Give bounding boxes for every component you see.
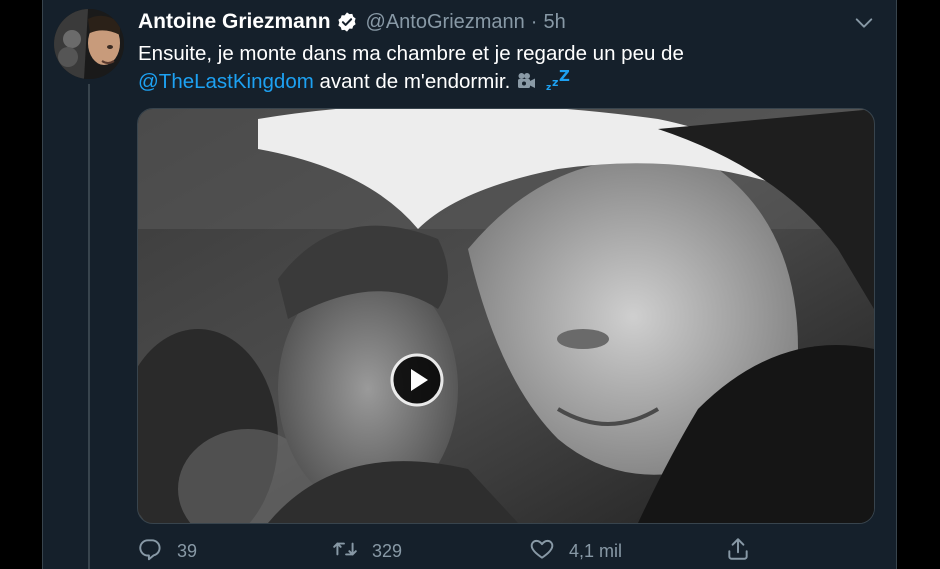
svg-text:z: z bbox=[552, 76, 558, 89]
tweet-timestamp[interactable]: 5h bbox=[543, 11, 565, 34]
video-thumbnail bbox=[138, 109, 874, 523]
avatar[interactable] bbox=[54, 9, 124, 79]
reply-button[interactable]: 39 bbox=[137, 536, 197, 567]
tweet-actions: 39 329 4,1 mil bbox=[137, 536, 757, 568]
svg-text:z: z bbox=[546, 83, 551, 92]
video-player[interactable] bbox=[137, 108, 875, 524]
verified-badge-icon bbox=[336, 11, 358, 33]
share-icon bbox=[725, 536, 751, 567]
like-count: 4,1 mil bbox=[569, 541, 623, 561]
tweet-text-part1: Ensuite, je monte dans ma chambre et je … bbox=[138, 42, 684, 65]
svg-text:Z: Z bbox=[559, 68, 570, 85]
retweet-icon bbox=[332, 536, 358, 567]
play-icon[interactable] bbox=[389, 352, 445, 408]
reply-icon bbox=[137, 536, 163, 567]
separator-dot: · bbox=[530, 10, 538, 33]
reply-count: 39 bbox=[177, 541, 198, 561]
zzz-icon: z z Z bbox=[544, 67, 572, 100]
movie-camera-icon bbox=[516, 70, 538, 100]
thread-connector-line bbox=[88, 84, 90, 569]
mention-link[interactable]: @TheLastKingdom bbox=[138, 70, 314, 93]
author-handle[interactable]: @AntoGriezmann bbox=[366, 11, 525, 34]
tweet-text: Ensuite, je monte dans ma chambre et je … bbox=[138, 40, 858, 100]
share-button[interactable] bbox=[725, 536, 751, 567]
chevron-down-icon[interactable] bbox=[853, 12, 875, 34]
heart-icon bbox=[529, 536, 555, 567]
retweet-count: 329 bbox=[372, 541, 403, 561]
retweet-button[interactable]: 329 bbox=[332, 536, 402, 567]
like-button[interactable]: 4,1 mil bbox=[529, 536, 622, 567]
tweet-header: Antoine Griezmann @AntoGriezmann · 5h bbox=[138, 8, 566, 36]
author-name[interactable]: Antoine Griezmann bbox=[138, 10, 331, 34]
tweet-text-part2: avant de m'endormir. bbox=[319, 70, 511, 93]
